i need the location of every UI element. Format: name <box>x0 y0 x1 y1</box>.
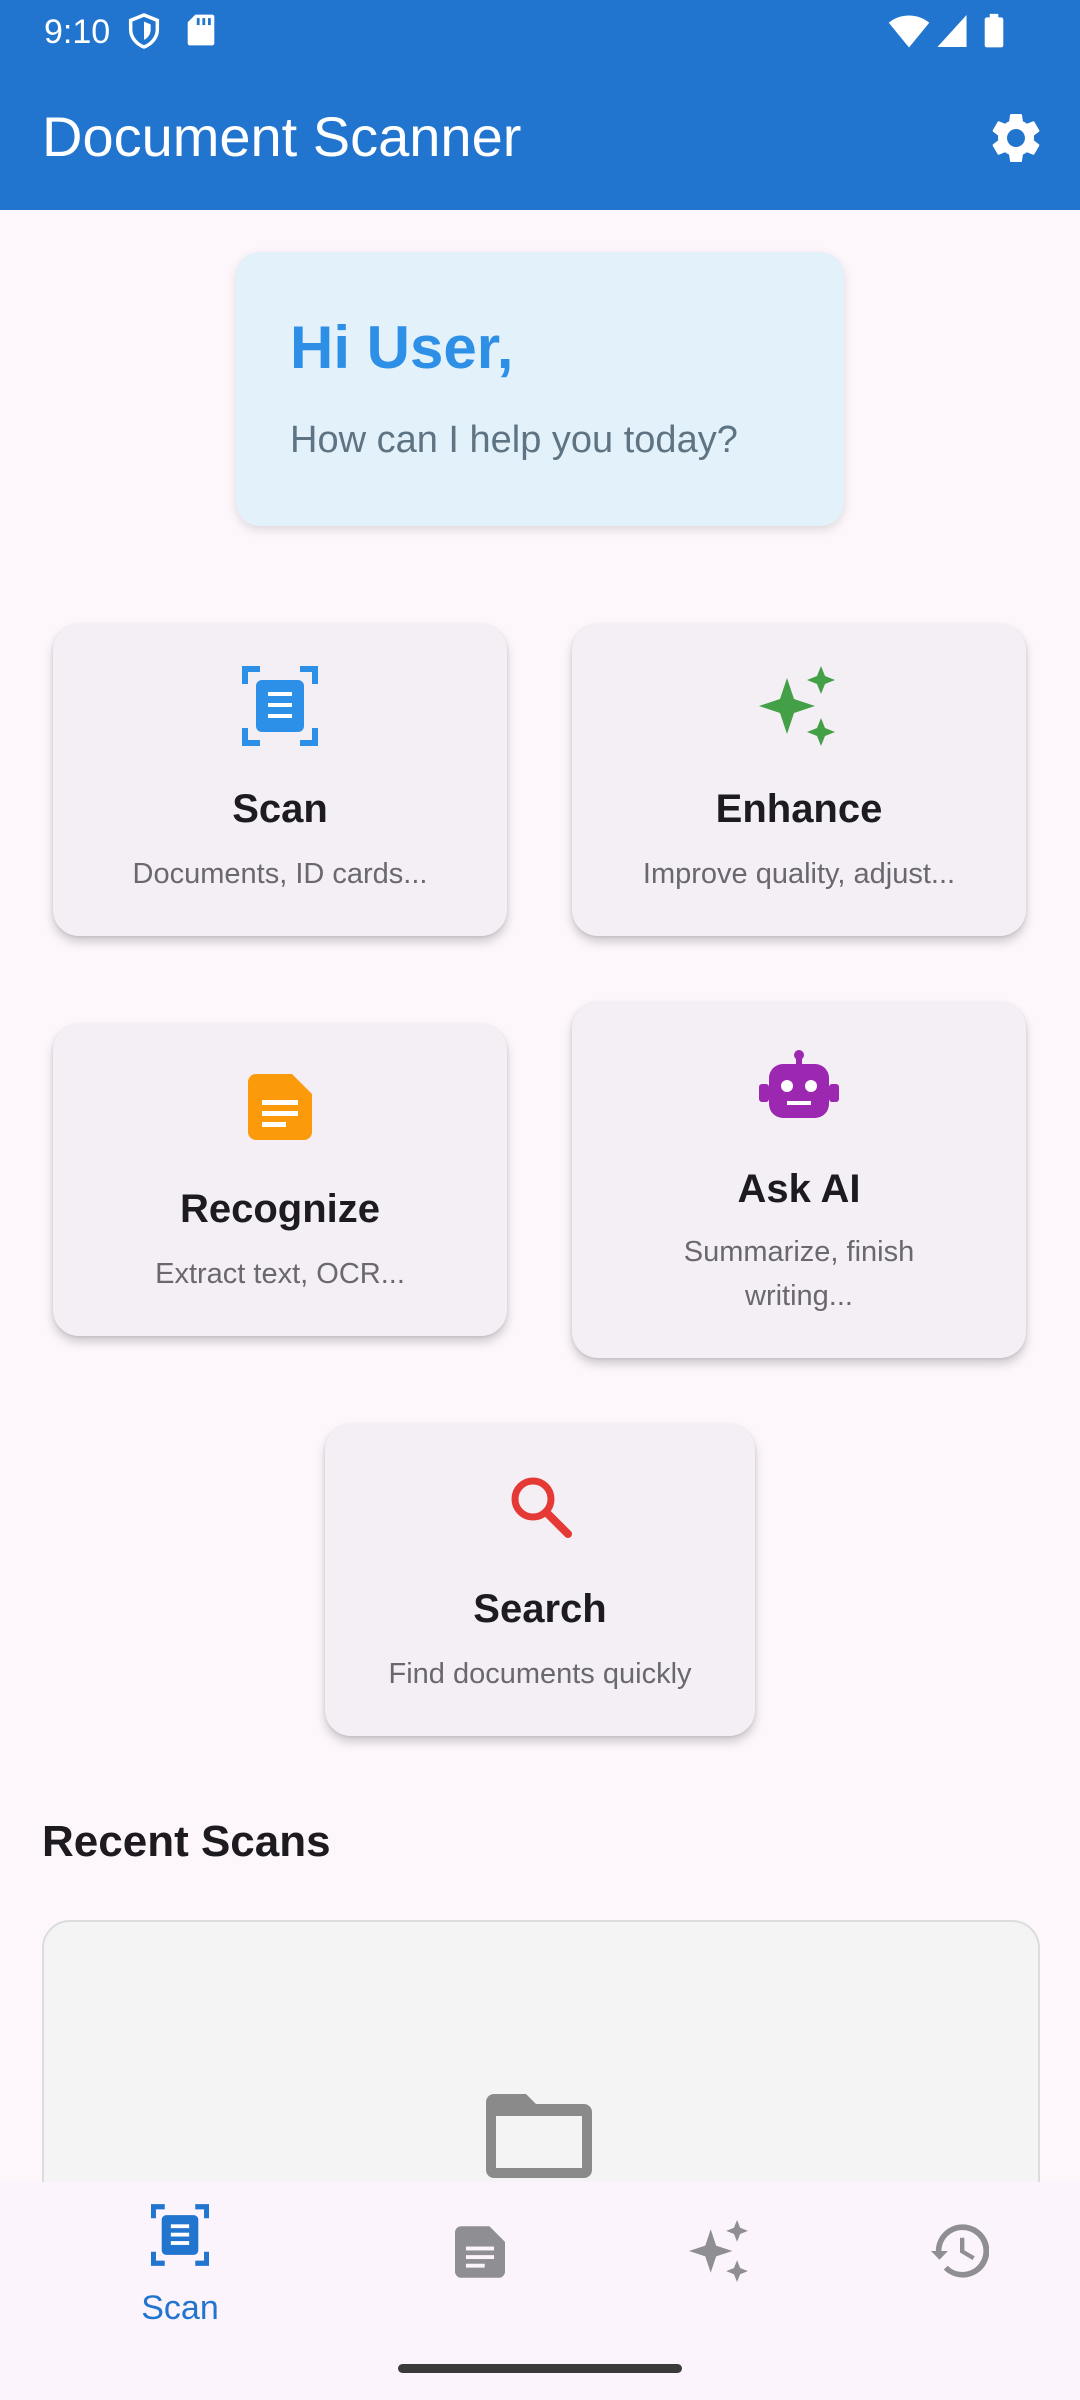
greeting-title: Hi User, <box>290 314 514 381</box>
scan-action-card[interactable]: Scan Documents, ID cards... <box>53 624 507 936</box>
enhance-title: Enhance <box>715 787 883 831</box>
ask-ai-action-card[interactable]: Ask AI Summarize, finish writing... <box>572 1002 1026 1358</box>
document-scanner-icon <box>150 2204 210 2271</box>
scan-title: Scan <box>232 787 328 831</box>
history-icon <box>931 2224 990 2283</box>
text-document-icon <box>248 1074 312 1145</box>
recognize-action-card[interactable]: Recognize Extract text, OCR... <box>53 1024 507 1336</box>
status-time: 9:10 <box>44 13 111 51</box>
search-title: Search <box>473 1587 607 1631</box>
recognize-title: Recognize <box>179 1187 381 1231</box>
nav-scan[interactable]: Scan <box>60 2182 300 2332</box>
search-action-card[interactable]: Search Find documents quickly <box>325 1424 755 1736</box>
settings-button[interactable] <box>986 108 1046 168</box>
robot-icon <box>759 1050 839 1123</box>
enhance-subtitle: Improve quality, adjust... <box>642 858 956 890</box>
greeting-card: Hi User, How can I help you today? <box>236 252 844 526</box>
status-bar: 9:10 <box>0 0 1080 63</box>
sparkle-icon <box>689 2220 751 2287</box>
nav-documents[interactable] <box>360 2182 600 2332</box>
scan-subtitle: Documents, ID cards... <box>132 858 428 890</box>
ask-ai-subtitle: Summarize, finish writing... <box>683 1236 915 1312</box>
app-bar: Document Scanner <box>0 63 1080 210</box>
shield-icon <box>128 13 160 54</box>
nav-history[interactable] <box>840 2182 1080 2332</box>
ask-ai-title: Ask AI <box>737 1167 861 1211</box>
signal-icon <box>936 13 968 54</box>
text-document-icon <box>455 2226 505 2283</box>
wifi-icon <box>888 13 930 54</box>
document-scanner-icon <box>242 666 318 751</box>
recent-scans-title: Recent Scans <box>42 1817 331 1866</box>
gear-icon <box>986 113 1046 172</box>
recent-scans-list <box>42 1920 1040 2224</box>
sd-card-icon <box>187 13 215 52</box>
nav-scan-label: Scan <box>141 2289 219 2327</box>
sparkle-icon <box>759 666 839 751</box>
enhance-action-card[interactable]: Enhance Improve quality, adjust... <box>572 624 1026 936</box>
folder-icon <box>484 2090 594 2185</box>
nav-enhance[interactable] <box>600 2182 840 2332</box>
home-indicator <box>398 2364 682 2373</box>
search-subtitle: Find documents quickly <box>388 1658 692 1690</box>
app-title: Document Scanner <box>42 105 522 168</box>
search-icon <box>508 1474 572 1543</box>
recognize-subtitle: Extract text, OCR... <box>155 1258 405 1290</box>
battery-icon <box>984 13 1004 54</box>
greeting-subtitle: How can I help you today? <box>290 419 738 461</box>
